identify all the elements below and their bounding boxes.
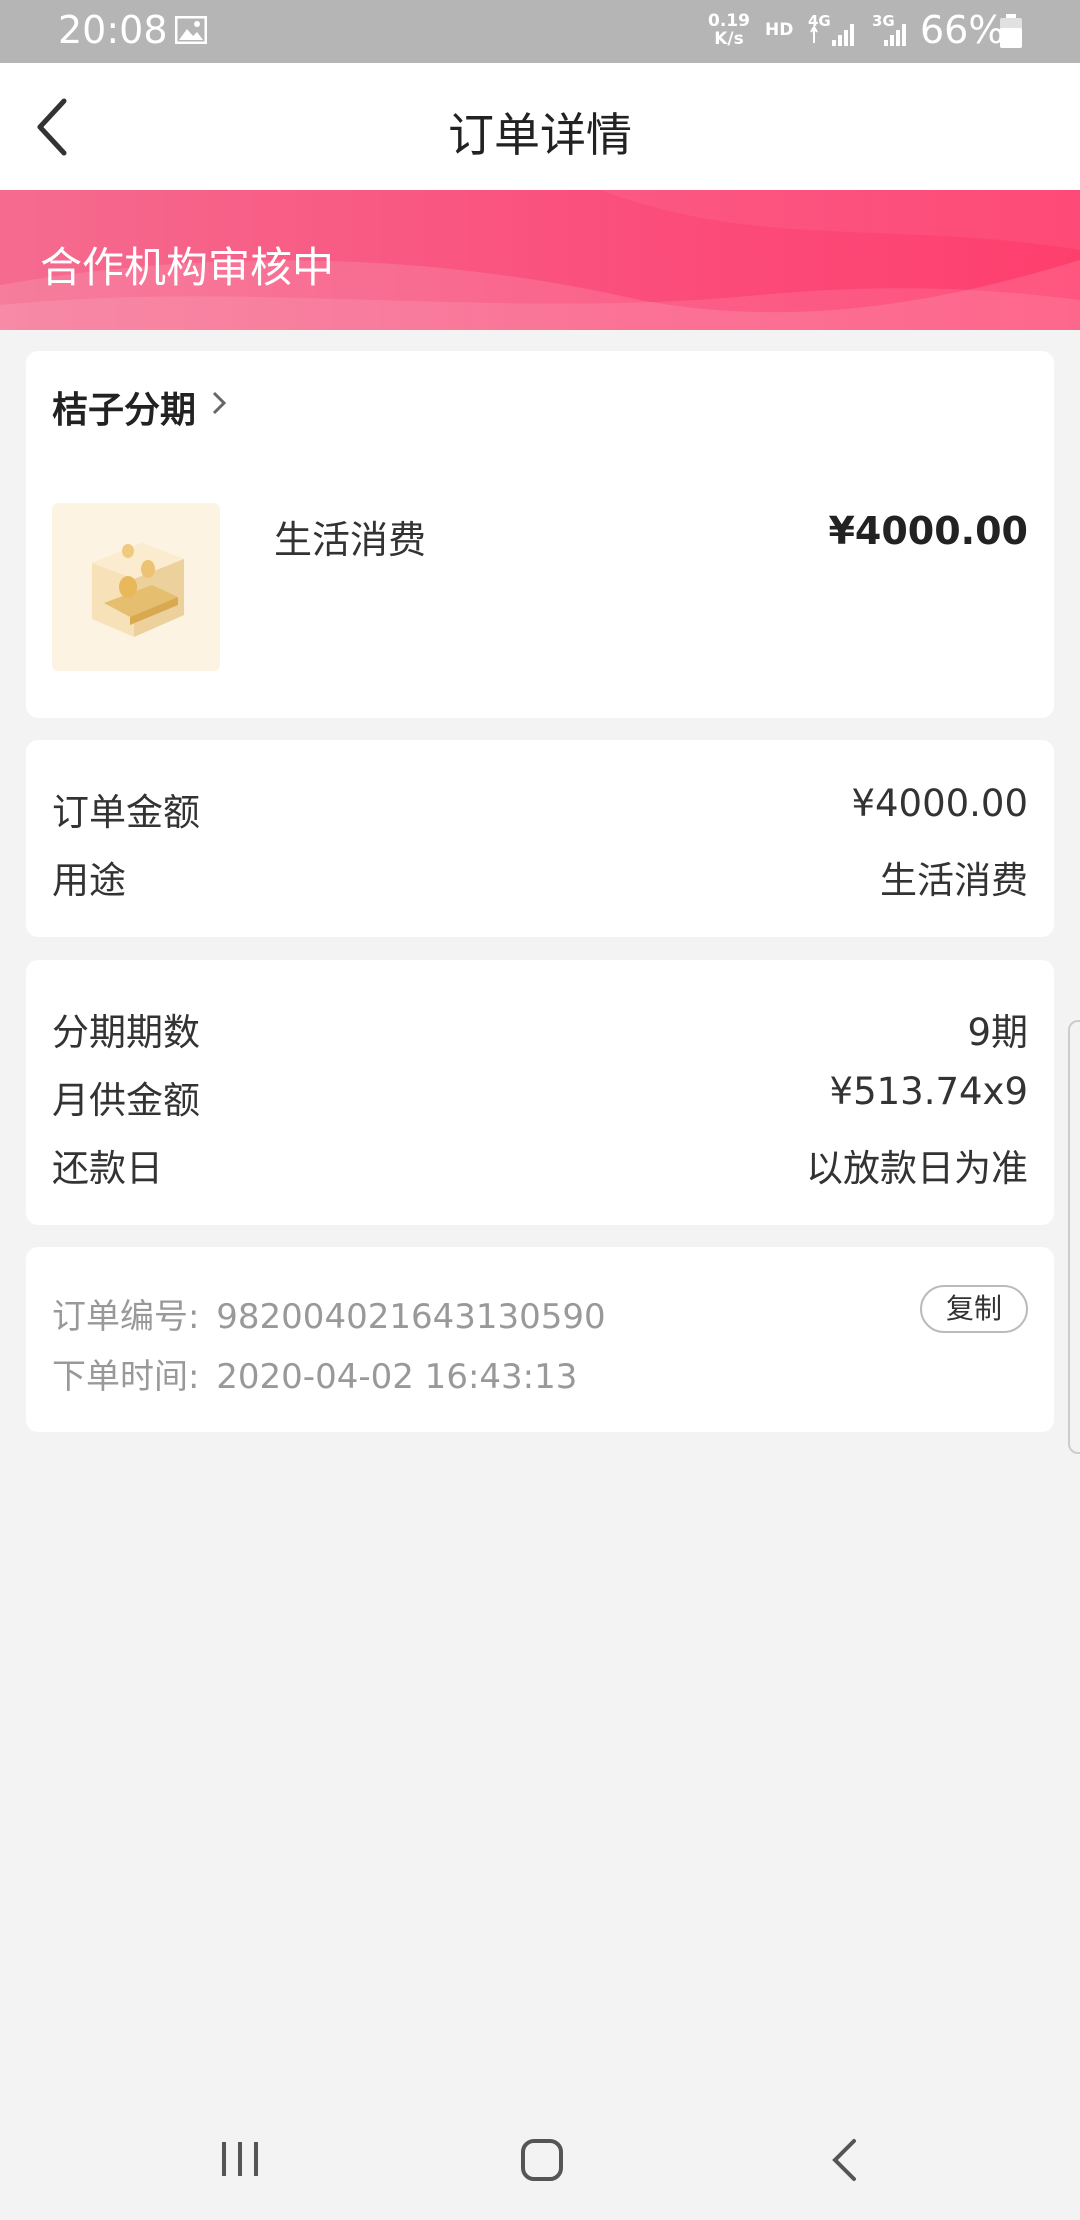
gold-coin-box-icon <box>92 543 184 637</box>
speed-value: 0.19 <box>708 11 750 31</box>
signal-3g-icon: 3G <box>872 12 906 46</box>
order-number-label: 订单编号: <box>52 1297 200 1337</box>
speed-unit: K/s <box>714 29 744 49</box>
home-icon[interactable] <box>520 2138 564 2182</box>
network-speed: 0.19 K/s <box>708 12 750 48</box>
order-number-line: 订单编号: 982004021643130590 <box>52 1289 606 1338</box>
signal-4g-icon: 4G <box>808 12 854 46</box>
system-nav-bar <box>0 2096 1080 2220</box>
hd-indicator: HD <box>765 20 794 40</box>
battery-icon <box>1000 14 1022 48</box>
order-time-line: 下单时间: 2020-04-02 16:43:13 <box>52 1349 577 1398</box>
order-meta-card: 订单编号: 982004021643130590 复制 下单时间: 2020-0… <box>26 1247 1054 1432</box>
page-title: 订单详情 <box>448 108 632 162</box>
nav-back-icon[interactable] <box>830 2138 860 2182</box>
status-banner: 合作机构审核中 <box>0 190 1080 330</box>
product-name: 生活消费 <box>274 518 427 562</box>
product-image <box>52 503 220 671</box>
monthly-value: ¥513.74x9 <box>829 1070 1028 1113</box>
purpose-value: 生活消费 <box>880 859 1028 902</box>
purpose-label: 用途 <box>52 859 126 902</box>
order-info-card: 订单金额 ¥4000.00 用途 生活消费 <box>26 740 1054 937</box>
status-time: 20:08 <box>58 8 168 52</box>
monthly-label: 月供金额 <box>52 1079 200 1122</box>
periods-row: 分期期数 9期 <box>52 1002 1028 1054</box>
repay-label: 还款日 <box>52 1147 163 1190</box>
order-amount-label: 订单金额 <box>52 791 200 834</box>
order-amount-row: 订单金额 ¥4000.00 <box>52 782 1028 834</box>
edge-panel-handle[interactable] <box>1068 1020 1080 1454</box>
order-amount-value: ¥4000.00 <box>851 782 1028 825</box>
product-card: 桔子分期 生活消费 ¥4000.00 <box>26 351 1054 718</box>
app-header: 订单详情 <box>0 63 1080 190</box>
order-time-label: 下单时间: <box>52 1357 200 1397</box>
periods-label: 分期期数 <box>52 1011 200 1054</box>
product-price: ¥4000.00 <box>828 509 1028 553</box>
status-bar: 20:08 0.19 K/s HD 4G 3G 66% <box>0 0 1080 63</box>
order-number-value: 982004021643130590 <box>216 1297 606 1337</box>
order-status-text: 合作机构审核中 <box>40 243 335 292</box>
copy-button[interactable]: 复制 <box>920 1285 1028 1333</box>
repay-row: 还款日 以放款日为准 <box>52 1138 1028 1190</box>
monthly-row: 月供金额 ¥513.74x9 <box>52 1070 1028 1122</box>
merchant-name[interactable]: 桔子分期 <box>52 381 196 433</box>
chevron-right-icon[interactable] <box>212 391 226 415</box>
net2-label: 3G <box>872 12 895 30</box>
order-time-value: 2020-04-02 16:43:13 <box>216 1357 578 1397</box>
image-notification-icon <box>175 16 207 44</box>
purpose-row: 用途 生活消费 <box>52 850 1028 902</box>
recent-apps-icon[interactable] <box>220 2140 262 2178</box>
installment-card: 分期期数 9期 月供金额 ¥513.74x9 还款日 以放款日为准 <box>26 960 1054 1225</box>
repay-value: 以放款日为准 <box>806 1147 1028 1190</box>
periods-value: 9期 <box>967 1011 1028 1054</box>
battery-percent: 66% <box>920 8 1005 52</box>
net1-label: 4G <box>808 12 831 30</box>
